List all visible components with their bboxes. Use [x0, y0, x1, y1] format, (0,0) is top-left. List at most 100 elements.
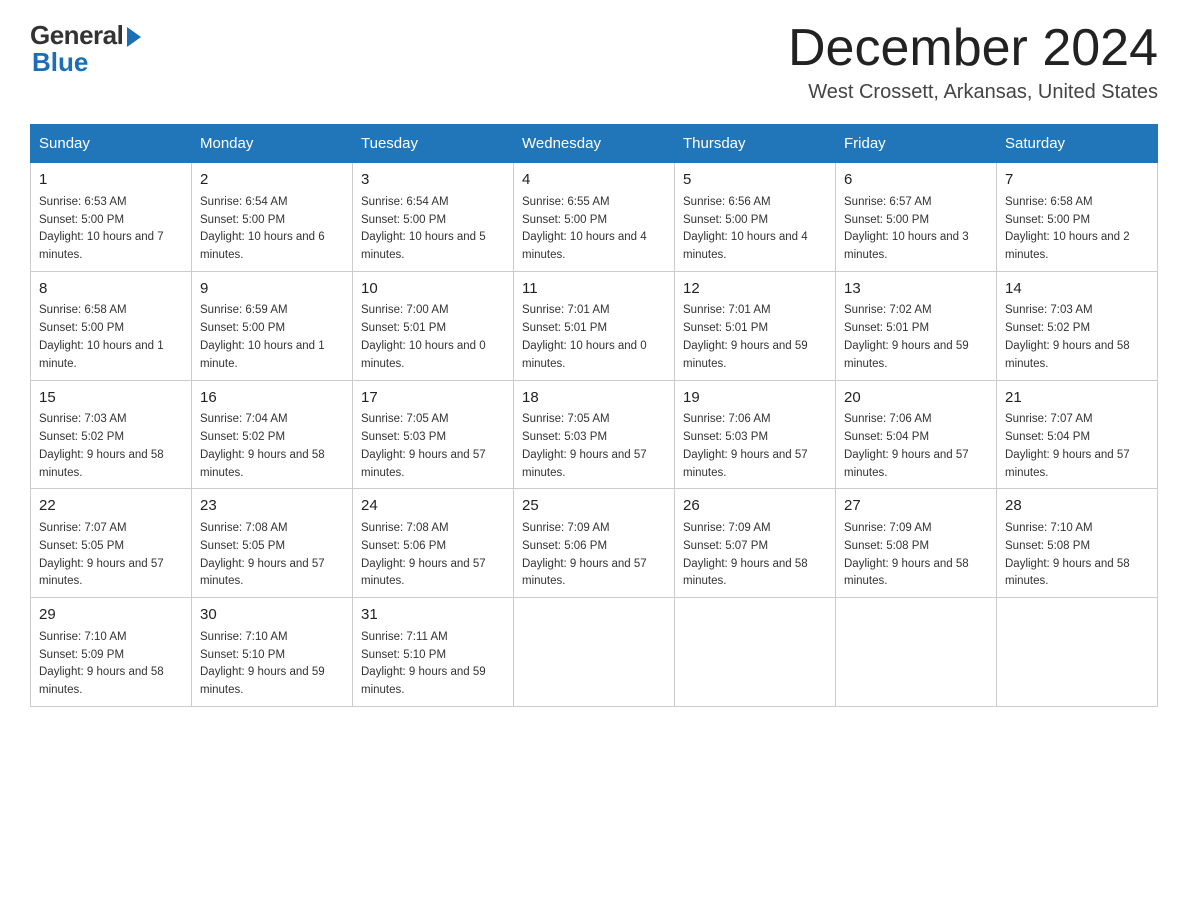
calendar-cell: 23Sunrise: 7:08 AMSunset: 5:05 PMDayligh… — [192, 489, 353, 598]
day-info: Sunrise: 7:05 AMSunset: 5:03 PMDaylight:… — [361, 411, 505, 482]
calendar-cell — [997, 598, 1158, 707]
calendar-location: West Crossett, Arkansas, United States — [788, 81, 1158, 104]
day-number: 10 — [361, 278, 505, 301]
day-number: 15 — [39, 387, 183, 410]
day-info: Sunrise: 7:00 AMSunset: 5:01 PMDaylight:… — [361, 302, 505, 373]
day-number: 12 — [683, 278, 827, 301]
calendar-cell — [836, 598, 997, 707]
calendar-cell: 17Sunrise: 7:05 AMSunset: 5:03 PMDayligh… — [353, 380, 514, 489]
calendar-cell: 14Sunrise: 7:03 AMSunset: 5:02 PMDayligh… — [997, 271, 1158, 380]
day-number: 29 — [39, 604, 183, 627]
day-info: Sunrise: 7:06 AMSunset: 5:04 PMDaylight:… — [844, 411, 988, 482]
day-info: Sunrise: 7:01 AMSunset: 5:01 PMDaylight:… — [522, 302, 666, 373]
calendar-cell: 30Sunrise: 7:10 AMSunset: 5:10 PMDayligh… — [192, 598, 353, 707]
day-info: Sunrise: 7:04 AMSunset: 5:02 PMDaylight:… — [200, 411, 344, 482]
day-number: 1 — [39, 169, 183, 192]
day-info: Sunrise: 7:02 AMSunset: 5:01 PMDaylight:… — [844, 302, 988, 373]
day-info: Sunrise: 6:53 AMSunset: 5:00 PMDaylight:… — [39, 194, 183, 265]
week-row-5: 29Sunrise: 7:10 AMSunset: 5:09 PMDayligh… — [31, 598, 1158, 707]
day-info: Sunrise: 7:08 AMSunset: 5:05 PMDaylight:… — [200, 520, 344, 591]
day-info: Sunrise: 6:56 AMSunset: 5:00 PMDaylight:… — [683, 194, 827, 265]
day-number: 14 — [1005, 278, 1149, 301]
day-info: Sunrise: 6:57 AMSunset: 5:00 PMDaylight:… — [844, 194, 988, 265]
day-number: 13 — [844, 278, 988, 301]
calendar-cell: 20Sunrise: 7:06 AMSunset: 5:04 PMDayligh… — [836, 380, 997, 489]
day-info: Sunrise: 7:09 AMSunset: 5:06 PMDaylight:… — [522, 520, 666, 591]
calendar-cell: 2Sunrise: 6:54 AMSunset: 5:00 PMDaylight… — [192, 163, 353, 272]
calendar-cell: 13Sunrise: 7:02 AMSunset: 5:01 PMDayligh… — [836, 271, 997, 380]
calendar-cell: 9Sunrise: 6:59 AMSunset: 5:00 PMDaylight… — [192, 271, 353, 380]
day-info: Sunrise: 7:09 AMSunset: 5:07 PMDaylight:… — [683, 520, 827, 591]
day-number: 2 — [200, 169, 344, 192]
calendar-cell: 18Sunrise: 7:05 AMSunset: 5:03 PMDayligh… — [514, 380, 675, 489]
day-info: Sunrise: 6:54 AMSunset: 5:00 PMDaylight:… — [200, 194, 344, 265]
day-number: 24 — [361, 495, 505, 518]
calendar-cell: 4Sunrise: 6:55 AMSunset: 5:00 PMDaylight… — [514, 163, 675, 272]
day-info: Sunrise: 7:08 AMSunset: 5:06 PMDaylight:… — [361, 520, 505, 591]
calendar-cell: 5Sunrise: 6:56 AMSunset: 5:00 PMDaylight… — [675, 163, 836, 272]
weekday-header-sunday: Sunday — [31, 125, 192, 163]
day-info: Sunrise: 6:58 AMSunset: 5:00 PMDaylight:… — [1005, 194, 1149, 265]
week-row-2: 8Sunrise: 6:58 AMSunset: 5:00 PMDaylight… — [31, 271, 1158, 380]
weekday-header-row: SundayMondayTuesdayWednesdayThursdayFrid… — [31, 125, 1158, 163]
day-number: 18 — [522, 387, 666, 410]
calendar-cell: 15Sunrise: 7:03 AMSunset: 5:02 PMDayligh… — [31, 380, 192, 489]
calendar-cell: 28Sunrise: 7:10 AMSunset: 5:08 PMDayligh… — [997, 489, 1158, 598]
day-number: 21 — [1005, 387, 1149, 410]
day-number: 4 — [522, 169, 666, 192]
day-number: 16 — [200, 387, 344, 410]
calendar-cell: 10Sunrise: 7:00 AMSunset: 5:01 PMDayligh… — [353, 271, 514, 380]
day-info: Sunrise: 7:10 AMSunset: 5:10 PMDaylight:… — [200, 629, 344, 700]
day-number: 22 — [39, 495, 183, 518]
calendar-cell: 22Sunrise: 7:07 AMSunset: 5:05 PMDayligh… — [31, 489, 192, 598]
calendar-cell: 27Sunrise: 7:09 AMSunset: 5:08 PMDayligh… — [836, 489, 997, 598]
weekday-header-wednesday: Wednesday — [514, 125, 675, 163]
calendar-cell: 11Sunrise: 7:01 AMSunset: 5:01 PMDayligh… — [514, 271, 675, 380]
weekday-header-tuesday: Tuesday — [353, 125, 514, 163]
day-number: 3 — [361, 169, 505, 192]
day-number: 7 — [1005, 169, 1149, 192]
day-number: 28 — [1005, 495, 1149, 518]
calendar-cell: 8Sunrise: 6:58 AMSunset: 5:00 PMDaylight… — [31, 271, 192, 380]
day-number: 17 — [361, 387, 505, 410]
weekday-header-saturday: Saturday — [997, 125, 1158, 163]
calendar-cell: 26Sunrise: 7:09 AMSunset: 5:07 PMDayligh… — [675, 489, 836, 598]
day-info: Sunrise: 7:03 AMSunset: 5:02 PMDaylight:… — [39, 411, 183, 482]
calendar-cell: 7Sunrise: 6:58 AMSunset: 5:00 PMDaylight… — [997, 163, 1158, 272]
day-info: Sunrise: 7:11 AMSunset: 5:10 PMDaylight:… — [361, 629, 505, 700]
calendar-cell — [675, 598, 836, 707]
page-header: General Blue December 2024 West Crossett… — [30, 20, 1158, 104]
day-number: 20 — [844, 387, 988, 410]
week-row-4: 22Sunrise: 7:07 AMSunset: 5:05 PMDayligh… — [31, 489, 1158, 598]
day-info: Sunrise: 7:10 AMSunset: 5:08 PMDaylight:… — [1005, 520, 1149, 591]
calendar-cell: 25Sunrise: 7:09 AMSunset: 5:06 PMDayligh… — [514, 489, 675, 598]
day-info: Sunrise: 6:58 AMSunset: 5:00 PMDaylight:… — [39, 302, 183, 373]
week-row-3: 15Sunrise: 7:03 AMSunset: 5:02 PMDayligh… — [31, 380, 1158, 489]
day-number: 27 — [844, 495, 988, 518]
day-info: Sunrise: 7:03 AMSunset: 5:02 PMDaylight:… — [1005, 302, 1149, 373]
weekday-header-monday: Monday — [192, 125, 353, 163]
day-number: 6 — [844, 169, 988, 192]
day-number: 8 — [39, 278, 183, 301]
day-number: 26 — [683, 495, 827, 518]
calendar-title: December 2024 — [788, 20, 1158, 77]
day-number: 19 — [683, 387, 827, 410]
calendar-cell: 16Sunrise: 7:04 AMSunset: 5:02 PMDayligh… — [192, 380, 353, 489]
weekday-header-friday: Friday — [836, 125, 997, 163]
logo: General Blue — [30, 20, 141, 78]
calendar-cell: 29Sunrise: 7:10 AMSunset: 5:09 PMDayligh… — [31, 598, 192, 707]
calendar-cell: 19Sunrise: 7:06 AMSunset: 5:03 PMDayligh… — [675, 380, 836, 489]
calendar-cell: 12Sunrise: 7:01 AMSunset: 5:01 PMDayligh… — [675, 271, 836, 380]
calendar-cell: 6Sunrise: 6:57 AMSunset: 5:00 PMDaylight… — [836, 163, 997, 272]
day-number: 23 — [200, 495, 344, 518]
day-info: Sunrise: 7:07 AMSunset: 5:05 PMDaylight:… — [39, 520, 183, 591]
calendar-table: SundayMondayTuesdayWednesdayThursdayFrid… — [30, 124, 1158, 707]
day-info: Sunrise: 6:55 AMSunset: 5:00 PMDaylight:… — [522, 194, 666, 265]
day-info: Sunrise: 6:59 AMSunset: 5:00 PMDaylight:… — [200, 302, 344, 373]
calendar-cell — [514, 598, 675, 707]
weekday-header-thursday: Thursday — [675, 125, 836, 163]
day-info: Sunrise: 7:07 AMSunset: 5:04 PMDaylight:… — [1005, 411, 1149, 482]
day-number: 30 — [200, 604, 344, 627]
calendar-cell: 31Sunrise: 7:11 AMSunset: 5:10 PMDayligh… — [353, 598, 514, 707]
calendar-cell: 24Sunrise: 7:08 AMSunset: 5:06 PMDayligh… — [353, 489, 514, 598]
